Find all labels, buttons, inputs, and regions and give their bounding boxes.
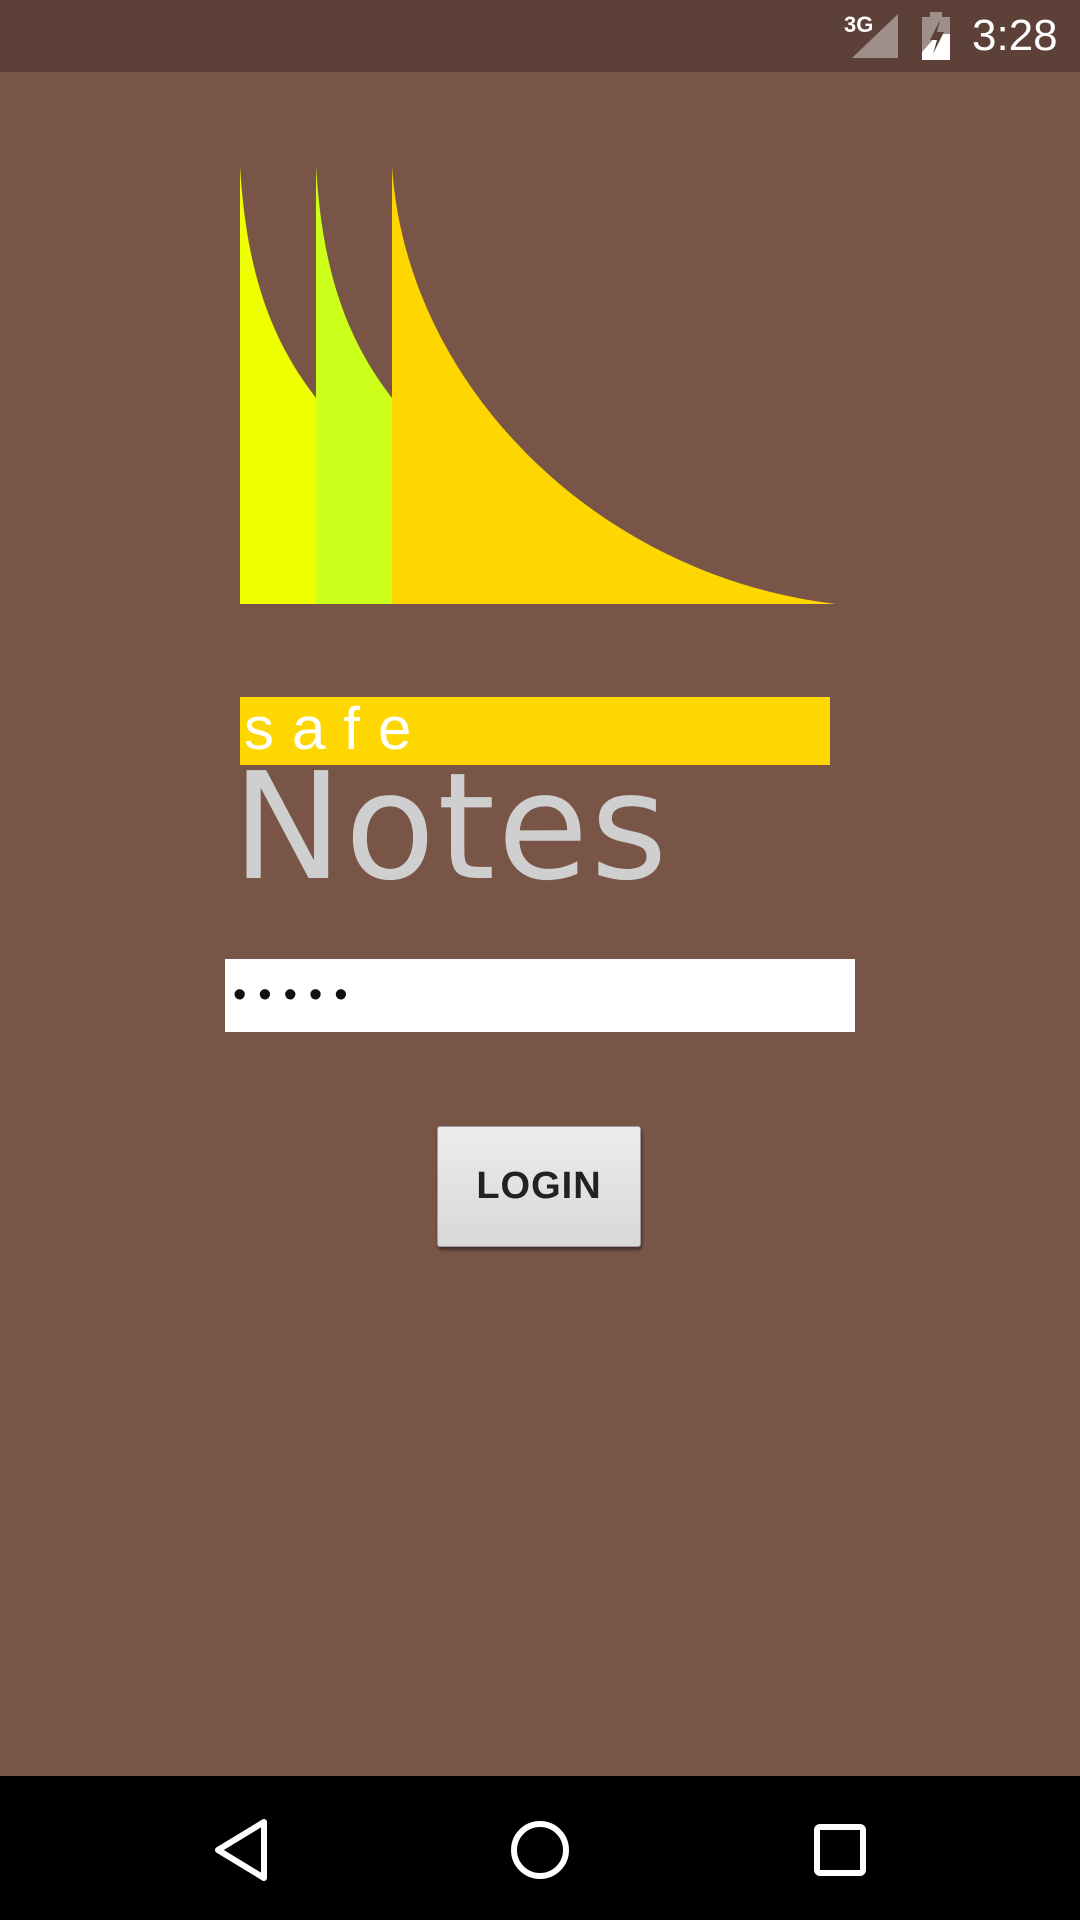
navigation-bar bbox=[0, 1776, 1080, 1920]
password-field[interactable] bbox=[225, 959, 855, 1032]
clock: 3:28 bbox=[972, 11, 1058, 60]
battery-charging-icon bbox=[922, 12, 950, 60]
home-icon[interactable] bbox=[500, 1810, 580, 1890]
recents-icon[interactable] bbox=[800, 1810, 880, 1890]
login-button[interactable]: LOGIN bbox=[437, 1126, 641, 1247]
login-screen: safe Notes LOGIN bbox=[0, 72, 1080, 1776]
logo-notes-text: Notes bbox=[232, 741, 670, 913]
back-icon[interactable] bbox=[200, 1810, 280, 1890]
status-bar: 3G 3:28 bbox=[0, 0, 1080, 72]
signal-icon bbox=[852, 14, 898, 58]
